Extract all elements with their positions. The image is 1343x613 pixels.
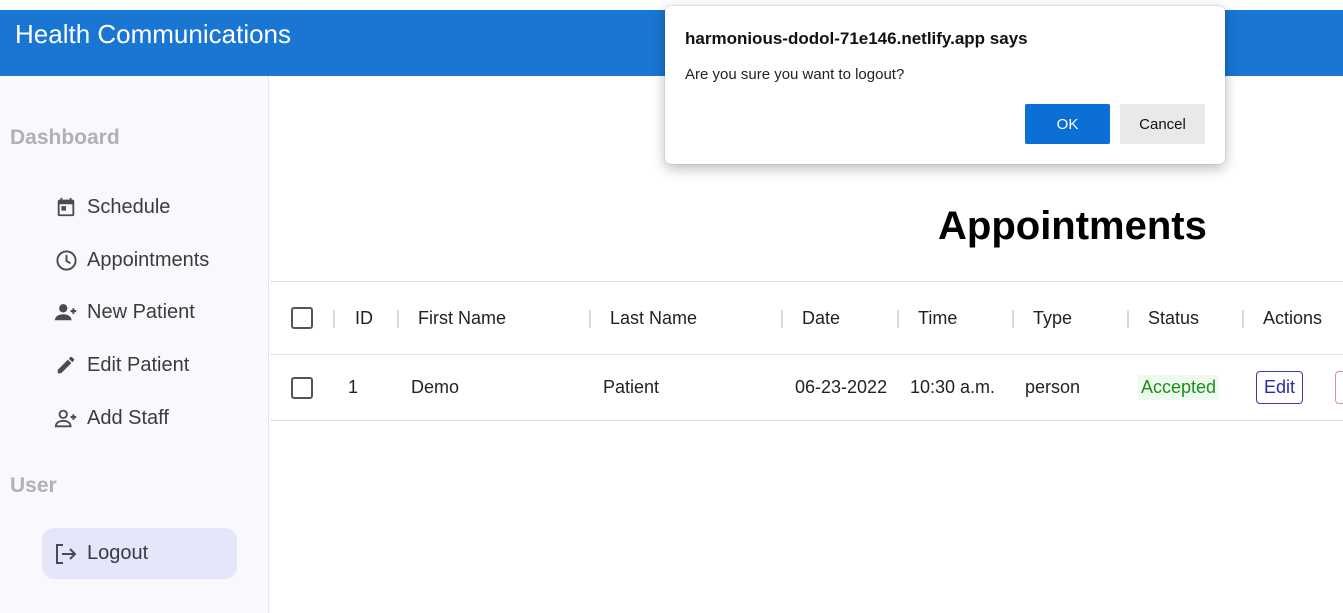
pencil-icon — [54, 353, 78, 377]
page-title: Appointments — [938, 204, 1207, 248]
section-label-dashboard: Dashboard — [10, 126, 120, 149]
sidebar-item-label: New Patient — [87, 300, 195, 323]
column-header-time[interactable]: Time — [918, 282, 957, 354]
cell-first-name: Demo — [411, 377, 460, 397]
sidebar-item-label: Schedule — [87, 195, 171, 218]
column-separator[interactable] — [781, 310, 783, 328]
column-header-first-name[interactable]: First Name — [418, 282, 506, 354]
column-header-type[interactable]: Type — [1033, 282, 1072, 354]
ok-button[interactable]: OK — [1025, 104, 1110, 144]
sidebar-item-label: Appointments — [87, 248, 210, 271]
column-header-date[interactable]: Date — [802, 282, 840, 354]
logout-icon — [54, 542, 78, 566]
sidebar-item-label: Add Staff — [87, 406, 169, 429]
section-label-user: User — [10, 474, 57, 497]
row-select-checkbox[interactable] — [291, 376, 313, 399]
column-header-id[interactable]: ID — [355, 282, 373, 354]
calendar-icon — [54, 195, 78, 219]
cancel-button[interactable]: Cancel — [1120, 104, 1205, 144]
row-checkbox-cell — [291, 355, 313, 420]
cell-status: Accepted — [1138, 355, 1220, 420]
confirm-dialog: harmonious-dodol-71e146.netlify.app says… — [665, 6, 1225, 164]
person-add-icon — [54, 300, 78, 324]
cell-time: 10:30 a.m. — [910, 377, 996, 397]
cell-actions: Edit — [1256, 355, 1303, 420]
status-badge: Accepted — [1138, 375, 1220, 400]
select-all-checkbox-cell — [291, 282, 313, 354]
column-header-actions: Actions — [1263, 307, 1323, 328]
sidebar-item-edit-patient[interactable]: Edit Patient — [42, 340, 237, 390]
column-separator[interactable] — [589, 310, 591, 328]
cell-actions-overflow — [1335, 355, 1343, 420]
cell-id: 1 — [348, 377, 359, 397]
table-row[interactable]: 1 Demo Patient 06-23-2022 10:30 a.m. per… — [270, 355, 1343, 421]
select-all-checkbox[interactable] — [291, 307, 313, 329]
app-title: Health Communications — [15, 19, 292, 49]
sidebar-item-logout[interactable]: Logout — [42, 528, 237, 579]
column-header-last-name[interactable]: Last Name — [610, 282, 697, 354]
column-separator[interactable] — [1242, 310, 1244, 328]
sidebar-item-add-staff[interactable]: Add Staff — [42, 393, 237, 443]
clock-icon — [54, 248, 78, 272]
sidebar-item-schedule[interactable]: Schedule — [42, 182, 237, 232]
delete-button[interactable] — [1335, 371, 1343, 404]
column-separator[interactable] — [397, 310, 399, 328]
sidebar-item-appointments[interactable]: Appointments — [42, 235, 237, 285]
dialog-message: Are you sure you want to logout? — [685, 66, 905, 83]
cell-date: 06-23-2022 — [795, 377, 888, 397]
cell-type: person — [1025, 377, 1081, 397]
dialog-title: harmonious-dodol-71e146.netlify.app says — [685, 29, 1028, 48]
column-separator[interactable] — [897, 310, 899, 328]
sidebar-item-label: Edit Patient — [87, 353, 190, 376]
sidebar: Dashboard Schedule Appointments New Pati… — [0, 76, 269, 613]
sidebar-item-label: Logout — [87, 542, 149, 564]
cell-last-name: Patient — [603, 377, 660, 397]
table-header: ID First Name Last Name Date Time Type S… — [270, 282, 1343, 355]
column-separator[interactable] — [333, 310, 335, 328]
person-add-outline-icon — [54, 406, 78, 430]
column-separator[interactable] — [1012, 310, 1014, 328]
appointments-table: ID First Name Last Name Date Time Type S… — [270, 281, 1343, 613]
column-header-status[interactable]: Status — [1148, 282, 1199, 354]
sidebar-item-new-patient[interactable]: New Patient — [42, 287, 237, 337]
edit-button[interactable]: Edit — [1256, 371, 1303, 404]
column-separator[interactable] — [1127, 310, 1129, 328]
